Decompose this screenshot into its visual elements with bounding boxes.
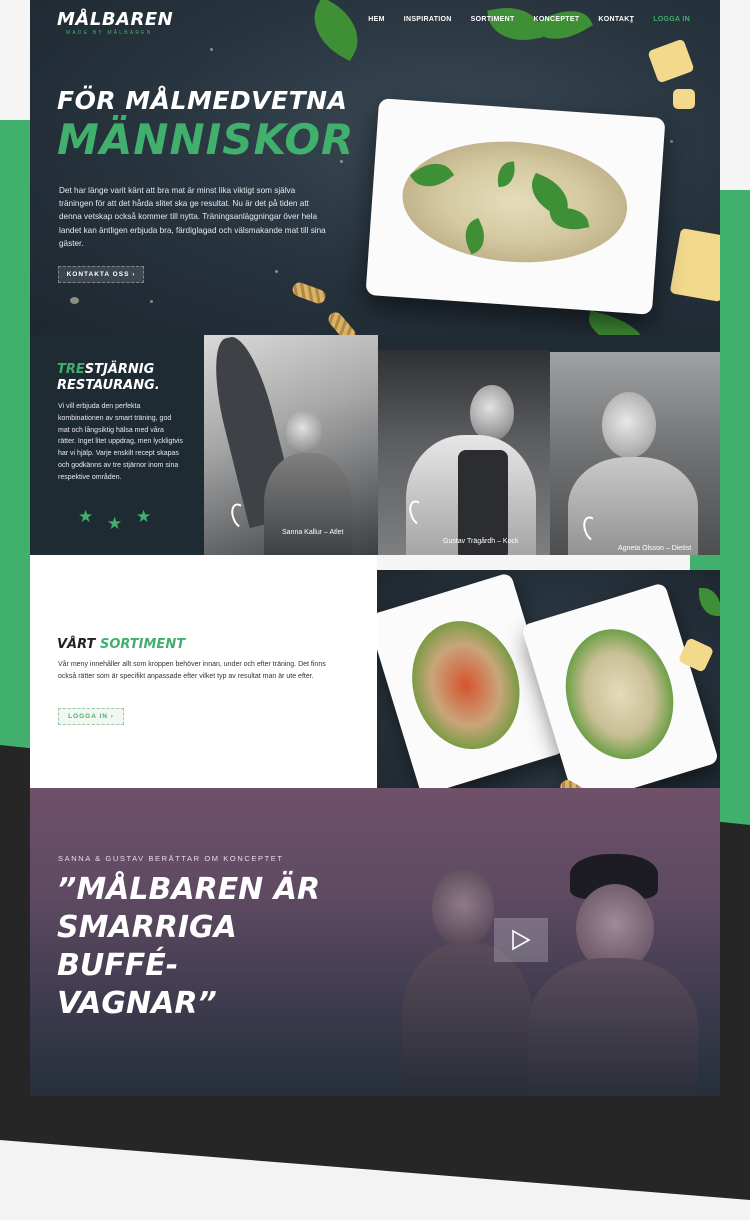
restaurant-title-rest: STJÄRNIG <box>84 362 155 377</box>
sortiment-section: VÅRT SORTIMENT Vår meny innehåller allt … <box>30 555 377 805</box>
dietitian-portrait: Agneta Olsson – Dietist <box>550 352 720 555</box>
star-icon: ★ <box>136 507 152 526</box>
video-section: SANNA & GUSTAV BERÄTTAR OM KONCEPTET ”MÅ… <box>30 788 720 1096</box>
hero-title-line1: FÖR MÅLMEDVETNA <box>57 86 348 115</box>
video-kicker: SANNA & GUSTAV BERÄTTAR OM KONCEPTET <box>58 854 284 863</box>
fusilli-pasta-image <box>325 309 359 335</box>
video-person-gustav <box>518 848 698 1096</box>
chef-portrait: Gustav Trägårdh – Kock <box>378 350 550 555</box>
main-nav: HEM INSPIRATION SORTIMENT KONCEPTET KONT… <box>368 16 690 23</box>
nav-item-inspiration[interactable]: INSPIRATION <box>404 16 452 23</box>
three-stars: ★ ★ ★ <box>78 507 168 537</box>
hero-section: MÅLBAREN MADE BY MÅLBAREN HEM INSPIRATIO… <box>30 0 720 335</box>
nav-item-hem[interactable]: HEM <box>368 16 384 23</box>
nav-item-logga-in[interactable]: LOGGA IN <box>653 16 690 23</box>
brand-tagline: MADE BY MÅLBAREN <box>66 30 153 36</box>
person-caption: Gustav Trägårdh – Kock <box>443 538 519 545</box>
restaurant-title: TRESTJÄRNIG RESTAURANG. <box>57 362 160 394</box>
star-icon: ★ <box>107 514 123 533</box>
play-button[interactable] <box>494 918 548 962</box>
hero-description: Det har länge varit känt att bra mat är … <box>59 186 326 248</box>
contact-button[interactable]: KONTAKTA OSS › <box>58 266 144 283</box>
restaurant-description: Vi vill erbjuda den perfekta kombination… <box>58 403 183 481</box>
basil-leaf-image <box>532 0 594 51</box>
nav-item-sortiment[interactable]: SORTIMENT <box>471 16 515 23</box>
brand-logo[interactable]: MÅLBAREN <box>57 9 173 30</box>
parmesan-image <box>669 227 720 303</box>
fusilli-pasta-image <box>290 280 328 306</box>
login-button[interactable]: LOGGA IN › <box>58 708 124 725</box>
sortiment-title-dark: VÅRT <box>57 637 100 652</box>
person-caption: Agneta Olsson – Dietist <box>618 545 692 552</box>
athlete-portrait: Sanna Kallur – Atlet <box>204 335 378 555</box>
hero-title-line2: MÄNNISKOR <box>57 115 355 164</box>
nav-item-kontakt[interactable]: KONTAKT <box>598 16 634 23</box>
basil-leaf-image <box>583 310 651 335</box>
sortiment-title-highlight: SORTIMENT <box>99 637 186 652</box>
sortiment-title: VÅRT SORTIMENT <box>57 637 185 652</box>
star-icon: ★ <box>78 507 94 526</box>
video-quote: ”MÅLBAREN ÄR SMARRIGA BUFFÉ-VAGNAR” <box>57 872 321 1021</box>
sortiment-description: Vår meny innehåller allt som kroppen beh… <box>58 661 326 680</box>
video-person-sanna <box>402 858 532 1096</box>
basil-leaf-image <box>301 0 371 62</box>
landing-page: MÅLBAREN MADE BY MÅLBAREN HEM INSPIRATIO… <box>30 0 720 1096</box>
dishes-image <box>377 570 720 820</box>
restaurant-section: TRESTJÄRNIG RESTAURANG. Vi vill erbjuda … <box>30 335 720 555</box>
nav-item-konceptet[interactable]: KONCEPTET <box>534 16 580 23</box>
restaurant-title-highlight: TRE <box>57 362 85 377</box>
play-icon <box>512 929 531 951</box>
person-caption: Sanna Kallur – Atlet <box>282 529 344 536</box>
parmesan-image <box>647 38 695 84</box>
parmesan-image <box>673 89 695 109</box>
restaurant-title-line2: RESTAURANG. <box>57 378 160 393</box>
pasta-dish-image <box>365 98 666 315</box>
